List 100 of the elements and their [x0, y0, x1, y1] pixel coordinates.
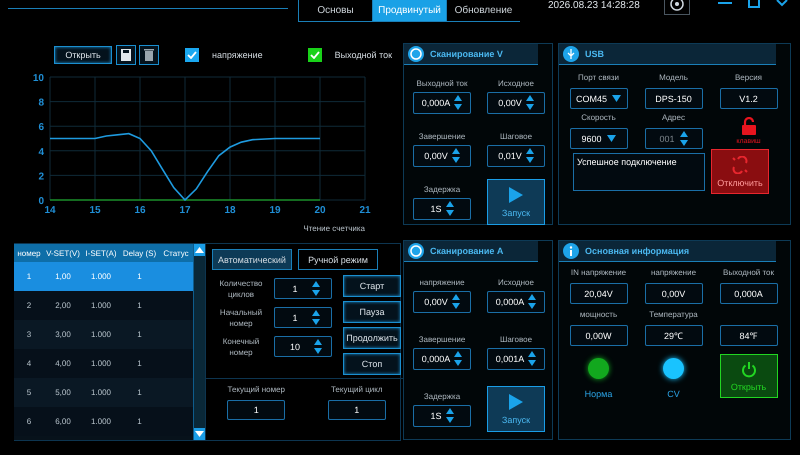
status-label: Норма	[584, 389, 612, 399]
number-field[interactable]: 0,00V	[413, 290, 471, 312]
number-field[interactable]: 1	[274, 278, 332, 299]
table-cell-text: 3	[26, 330, 32, 339]
number-field[interactable]: 0,01V	[487, 144, 545, 166]
table-cell-text: 2,00	[54, 301, 72, 310]
table-cell-text: 1	[136, 388, 143, 397]
number-field[interactable]: 1S	[413, 198, 471, 220]
table-cell-text: 1.000	[90, 272, 112, 281]
spin-arrows-icon	[528, 294, 536, 309]
spin-arrows-icon	[312, 310, 320, 325]
field-label: Шаговое	[500, 334, 532, 344]
table-row[interactable]: 5 5,00 1.000 1	[14, 378, 193, 407]
broken-link-icon	[731, 156, 749, 174]
table-cell-text: 1	[136, 359, 143, 368]
dropdown[interactable]: 9600	[570, 128, 628, 149]
field-label: Исходное	[498, 278, 534, 286]
field-label: Задержка	[424, 184, 460, 194]
power-button[interactable]: Открыть	[720, 354, 778, 398]
spin-arrows-icon	[452, 294, 460, 309]
scroll-down-icon	[194, 428, 205, 440]
dropdown[interactable]: COM45	[570, 88, 628, 109]
spin-arrows-icon	[454, 351, 462, 366]
field-label: Порт связи	[578, 73, 619, 83]
y-tick-label: 6	[38, 122, 44, 134]
date-time: 2026.08.23 14:28:28	[548, 0, 640, 11]
checkbox[interactable]	[185, 48, 199, 62]
column-header: Статус	[162, 248, 190, 258]
field-label: Адрес	[662, 113, 685, 123]
panel-title: Основная информация	[585, 246, 690, 256]
field-label: Текущий цикл	[330, 385, 383, 394]
field-label: Задержка	[424, 392, 460, 400]
badge-icon	[408, 243, 424, 259]
scrollbar[interactable]	[193, 244, 205, 440]
field-label: Текущий номер	[228, 385, 285, 394]
readout-field: 29℃	[644, 325, 702, 346]
number-field[interactable]: 0,000A	[413, 348, 471, 370]
power-icon	[740, 360, 756, 378]
badge-icon	[563, 46, 579, 62]
field-label: Версия	[734, 73, 762, 83]
y-tick-label: 8	[38, 98, 44, 109]
action-button[interactable]: Старт	[343, 275, 401, 297]
spin-arrows-icon	[528, 351, 536, 366]
table-cell-text: 1.000	[90, 359, 112, 368]
badge-icon	[408, 46, 424, 62]
disconnect-button[interactable]: Отключить	[711, 149, 769, 194]
mode-tab[interactable]: Автоматический	[212, 249, 292, 270]
number-field[interactable]: 1	[274, 307, 332, 328]
run-button[interactable]: Запуск	[487, 179, 545, 225]
scroll-up-icon	[194, 244, 205, 256]
readout-field: 0,00V	[644, 283, 702, 304]
table-cell-text: 2	[26, 301, 32, 310]
field-label: Исходное	[498, 78, 534, 88]
trash-icon[interactable]	[139, 45, 159, 65]
checkbox[interactable]	[308, 48, 322, 62]
spin-arrows-icon	[680, 131, 688, 146]
table-cell-text: 1.000	[90, 330, 112, 339]
table-cell-text: 1	[26, 272, 32, 281]
table-row[interactable]: 1 1,00 1.000 1	[14, 262, 193, 291]
number-field[interactable]: 0,00V	[487, 92, 545, 114]
column-header: Delay (S)	[122, 248, 158, 258]
y-tick-label: 4	[38, 146, 44, 158]
run-button[interactable]: Запуск	[487, 386, 545, 432]
number-field[interactable]: 0,00V	[413, 144, 471, 166]
number-field[interactable]: 0,000A	[413, 92, 471, 114]
table-row[interactable]: 3 3,00 1.000 1	[14, 320, 193, 349]
readout-field: 0,00W	[570, 325, 628, 346]
table-cell-text: 4,00	[54, 359, 72, 368]
checkbox-label: напряжение	[212, 50, 263, 60]
table-cell-text: 3,00	[54, 330, 72, 339]
save-icon[interactable]	[116, 45, 136, 65]
y-tick-label: 10	[32, 73, 44, 84]
spin-arrows-icon	[454, 95, 462, 110]
x-tick-label: 16	[134, 205, 146, 216]
x-tick-label: 15	[89, 205, 101, 216]
field-label: Температура	[649, 310, 698, 320]
caret-icon	[612, 95, 621, 102]
status-box: Успешное подключение	[573, 153, 705, 191]
play-icon	[509, 186, 523, 202]
field-label: Выходной ток	[722, 268, 774, 278]
open-button[interactable]: Открыть	[54, 46, 112, 64]
readout-field: 0,000A	[720, 283, 778, 304]
panel-title: USB	[585, 49, 604, 59]
x-tick-label: 17	[179, 205, 191, 216]
field-label: Конечный номер	[222, 336, 260, 358]
number-field[interactable]: 10	[274, 336, 332, 357]
mode-tab[interactable]: Ручной режим	[298, 249, 378, 270]
field-label: Модель	[659, 73, 688, 83]
action-button[interactable]: Продолжить	[343, 327, 401, 349]
number-field[interactable]: 1S	[413, 404, 471, 426]
number-field[interactable]: 0,001A	[487, 348, 545, 370]
spin-arrows-icon	[446, 201, 454, 216]
spin-arrows-icon	[526, 95, 534, 110]
action-button[interactable]: Стоп	[343, 353, 401, 375]
field-label: Начальный номер	[218, 306, 264, 328]
table-cell-text: 1	[136, 272, 143, 281]
action-button[interactable]: Пауза	[343, 301, 401, 323]
number-field[interactable]: 0,000A	[487, 290, 545, 312]
counter-field: 1	[227, 400, 286, 420]
field-label: Завершение	[418, 132, 466, 140]
